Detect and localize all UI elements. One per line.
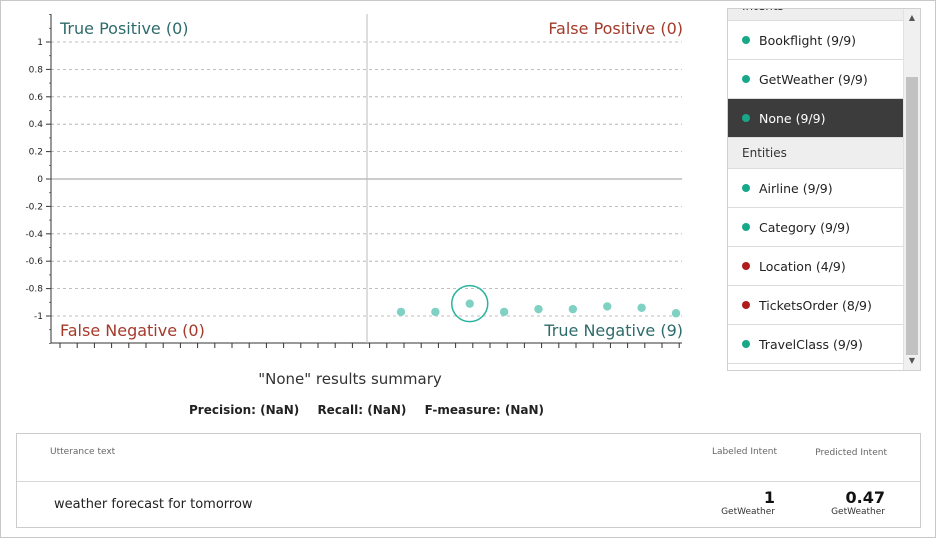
- utterance-table: Utterance text Labeled Intent Predicted …: [16, 433, 921, 528]
- y-tick-label: 0.8: [29, 65, 44, 75]
- fmeasure-metric: F-measure: (NaN): [424, 403, 544, 417]
- entity-list-item[interactable]: Location (4/9): [728, 247, 903, 286]
- status-dot-icon: [742, 184, 750, 192]
- predicted-intent-cell: 0.47 GetWeather: [807, 488, 885, 517]
- intent-list-item[interactable]: None (9/9): [728, 99, 903, 138]
- header-labeled-intent: Labeled Intent: [711, 447, 777, 457]
- intent-label: Bookflight (9/9): [759, 32, 857, 48]
- intents-header: Intents: [728, 9, 903, 21]
- entity-label: Category (9/9): [759, 219, 850, 235]
- entity-list-item[interactable]: TravelClass (9/9): [728, 325, 903, 364]
- y-tick-labels: 1 0.8 0.6 0.4 0.2 0 -0.2 -0.4 -0.6 -0.8 -1: [25, 38, 43, 322]
- table-header-row: Utterance text Labeled Intent Predicted …: [17, 434, 920, 482]
- scroll-up-arrow-icon[interactable]: ▲: [904, 11, 920, 25]
- entity-label: Location (4/9): [759, 258, 846, 274]
- entity-label: TicketsOrder (8/9): [759, 297, 872, 313]
- quadrant-false-negative: False Negative (0): [60, 321, 205, 340]
- labeled-intent-cell: 1 GetWeather: [707, 488, 775, 517]
- intent-label: GetWeather (9/9): [759, 71, 868, 87]
- intent-list-item[interactable]: GetWeather (9/9): [728, 60, 903, 99]
- intents-list: Bookflight (9/9) GetWeather (9/9) None (9/…: [728, 21, 903, 138]
- results-chart: 1 0.8 0.6 0.4 0.2 0 -0.2 -0.4 -0.6 -0.8 -1 True Po…: [25, 14, 683, 348]
- entity-list-item[interactable]: TicketsOrder (8/9): [728, 286, 903, 325]
- data-point: [431, 307, 440, 317]
- entity-list-item[interactable]: Airline (9/9): [728, 169, 903, 208]
- header-predicted-intent: Predicted Intent: [815, 448, 887, 458]
- status-dot-icon: [742, 262, 750, 270]
- status-dot-icon: [742, 223, 750, 231]
- entity-list-item[interactable]: Category (9/9): [728, 208, 903, 247]
- chart-axes: [46, 14, 682, 348]
- data-point: [396, 307, 406, 317]
- data-point: [534, 304, 543, 314]
- status-dot-icon: [742, 114, 750, 122]
- intent-list-item[interactable]: Bookflight (9/9): [728, 21, 903, 60]
- y-tick-label: -0.2: [25, 202, 43, 212]
- list-content: Intents Bookflight (9/9) GetWeather (9/9)…: [728, 9, 903, 364]
- data-point: [568, 304, 578, 314]
- recall-metric: Recall: (NaN): [317, 403, 407, 417]
- y-tick-label: -1: [34, 312, 43, 322]
- predicted-intent-name: GetWeather: [831, 507, 885, 517]
- summary-title: "None" results summary: [258, 370, 442, 388]
- intent-label: None (9/9): [759, 110, 826, 126]
- entities-list: Airline (9/9) Category (9/9) Location (4/9…: [728, 169, 903, 364]
- predicted-value: 0.47: [845, 488, 885, 507]
- y-tick-label: 0.6: [29, 93, 44, 103]
- quadrant-true-negative: True Negative (9): [543, 321, 683, 340]
- y-tick-label: 1: [37, 38, 43, 48]
- list-scrollbar[interactable]: ▲ ▼: [903, 9, 920, 370]
- entities-header: Entities: [728, 138, 903, 169]
- precision-metric: Precision: (NaN): [189, 403, 300, 417]
- labeled-intent-name: GetWeather: [721, 507, 775, 517]
- y-tick-label: 0.4: [29, 120, 44, 130]
- entity-label: TravelClass (9/9): [759, 336, 863, 352]
- status-dot-icon: [742, 36, 750, 44]
- summary-metrics: Precision: (NaN) Recall: (NaN) F-measure…: [189, 403, 544, 417]
- entity-label: Airline (9/9): [759, 180, 833, 196]
- scroll-down-arrow-icon[interactable]: ▼: [904, 354, 920, 368]
- intent-entity-list[interactable]: Intents Bookflight (9/9) GetWeather (9/9)…: [727, 8, 921, 371]
- y-tick-label: 0: [37, 175, 43, 185]
- data-point: [499, 307, 509, 317]
- data-point: [603, 302, 612, 311]
- data-point: [637, 303, 646, 312]
- data-point: [671, 309, 681, 318]
- status-dot-icon: [742, 75, 750, 83]
- data-point: [465, 299, 474, 308]
- header-utterance: Utterance text: [50, 447, 116, 457]
- status-dot-icon: [742, 301, 750, 309]
- utterance-text: weather forecast for tomorrow: [54, 497, 253, 512]
- y-tick-label: -0.6: [25, 257, 43, 267]
- y-tick-label: -0.8: [25, 285, 43, 295]
- y-tick-label: 0.2: [29, 148, 43, 158]
- quadrant-true-positive: True Positive (0): [59, 19, 189, 38]
- labeled-value: 1: [763, 488, 775, 507]
- quadrant-false-positive: False Positive (0): [548, 19, 683, 38]
- scroll-thumb[interactable]: [906, 77, 918, 355]
- status-dot-icon: [742, 340, 750, 348]
- y-tick-label: -0.4: [25, 230, 43, 240]
